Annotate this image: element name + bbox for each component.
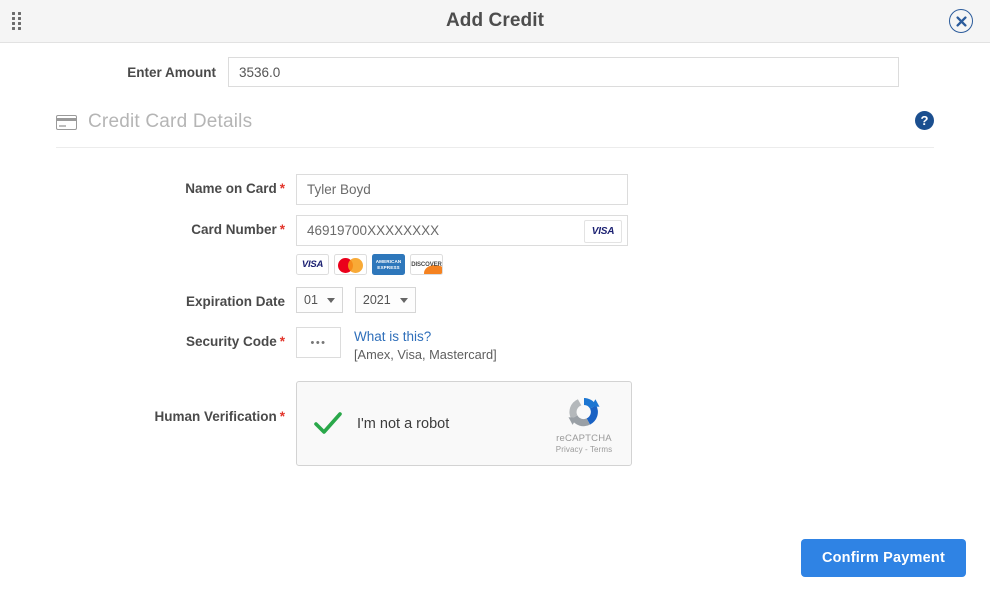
- close-button[interactable]: [949, 9, 973, 33]
- expiration-date-label-text: Expiration Date: [185, 294, 285, 309]
- recaptcha-branding: reCAPTCHA Privacy - Terms: [547, 393, 621, 454]
- grip-dots-icon[interactable]: [12, 11, 26, 31]
- security-code-note: [Amex, Visa, Mastercard]: [354, 347, 497, 363]
- help-circle-icon[interactable]: ?: [915, 111, 934, 130]
- section-header: Credit Card Details: [56, 111, 934, 148]
- human-verification-label: Human Verification *: [60, 381, 296, 424]
- section-title: Credit Card Details: [88, 111, 253, 132]
- security-code-row: Security Code* What is this? [Amex, Visa…: [60, 327, 990, 363]
- chevron-down-icon: [326, 297, 335, 303]
- discover-label: DISCOVER: [411, 261, 442, 268]
- expiration-date-row: Expiration Date 01 2021: [60, 287, 990, 313]
- amount-label: Enter Amount: [127, 64, 216, 80]
- what-is-this-link[interactable]: What is this?: [354, 328, 497, 346]
- human-verification-label-text: Human Verification: [154, 409, 277, 425]
- expiration-month-value: 01: [304, 293, 318, 307]
- required-marker: *: [279, 181, 285, 196]
- human-verification-row: Human Verification * I'm not a robot reC…: [60, 381, 990, 467]
- security-code-line: What is this? [Amex, Visa, Mastercard]: [296, 327, 990, 363]
- credit-card-section: Credit Card Details ?: [56, 111, 934, 148]
- name-on-card-label-text: Name on Card: [185, 181, 277, 196]
- accepted-card-brands: VISA AMERICAN EXPRESS DISCOVER: [296, 254, 990, 275]
- amount-input[interactable]: [228, 57, 899, 87]
- expiration-date-label: Expiration Date: [60, 287, 296, 309]
- name-on-card-input[interactable]: [296, 174, 628, 205]
- chevron-down-icon: [399, 297, 408, 303]
- visa-icon: VISA: [296, 254, 329, 275]
- visa-badge-icon: VISA: [584, 220, 622, 243]
- expiration-year-value: 2021: [362, 293, 391, 307]
- security-code-label: Security Code *: [60, 327, 296, 349]
- recaptcha-checkbox[interactable]: [313, 409, 343, 439]
- expiration-selects: 01 2021: [296, 287, 990, 313]
- security-code-help: What is this? [Amex, Visa, Mastercard]: [354, 327, 497, 363]
- name-on-card-row: Name on Card *: [60, 174, 990, 205]
- recaptcha-terms[interactable]: Privacy - Terms: [547, 445, 621, 454]
- card-number-label: Card Number *: [60, 215, 296, 237]
- required-marker: *: [279, 222, 285, 237]
- green-check-icon: [314, 412, 342, 434]
- recaptcha-logo-icon: [547, 393, 621, 431]
- security-code-label-text: Security Code: [185, 334, 277, 349]
- required-marker: *: [279, 334, 285, 349]
- recaptcha-label: I'm not a robot: [357, 415, 450, 432]
- amex-icon: AMERICAN EXPRESS: [372, 254, 405, 275]
- recaptcha-brand-name: reCAPTCHA: [556, 433, 612, 445]
- mastercard-icon: [334, 254, 367, 275]
- discover-icon: DISCOVER: [410, 254, 443, 275]
- card-number-input[interactable]: [296, 215, 628, 246]
- name-on-card-label: Name on Card *: [60, 174, 296, 196]
- page-title: Add Credit: [445, 10, 545, 31]
- card-number-row: Card Number* VISA VISA AMERICAN EXPRESS …: [60, 215, 990, 275]
- security-code-input[interactable]: [296, 327, 341, 358]
- amount-row: Enter Amount: [0, 57, 990, 87]
- card-number-wrapper: VISA: [296, 215, 628, 246]
- modal-header: Add Credit: [0, 0, 990, 43]
- confirm-payment-button[interactable]: Confirm Payment: [800, 539, 966, 577]
- expiration-year-select[interactable]: 2021: [354, 287, 416, 313]
- credit-card-icon: [56, 114, 77, 130]
- recaptcha-widget[interactable]: I'm not a robot reCAPTCHA Privacy - Term…: [296, 381, 632, 467]
- payment-form: Name on Card* Card Number* VISA VISA AME…: [0, 174, 990, 467]
- card-number-label-text: Card Number: [191, 222, 277, 237]
- required-marker: *: [279, 409, 285, 425]
- close-icon: [955, 15, 967, 27]
- expiration-month-select[interactable]: 01: [296, 287, 343, 313]
- modal-footer: Confirm Payment: [800, 539, 966, 577]
